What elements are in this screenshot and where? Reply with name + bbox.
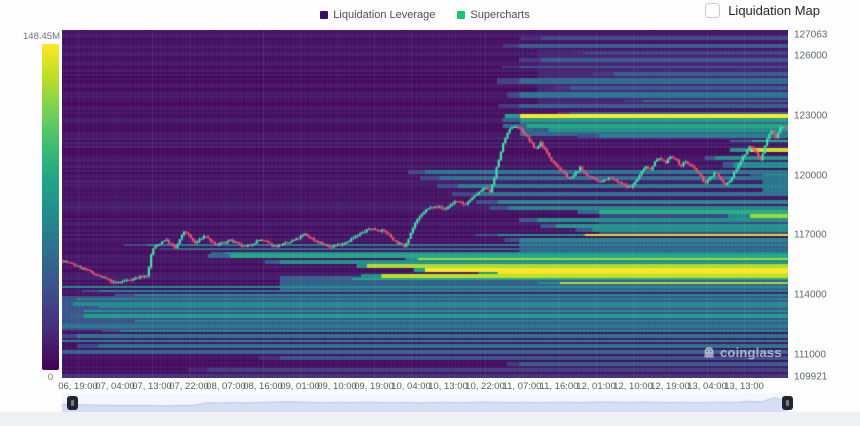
x-axis-tick: 06, 19:00	[58, 381, 98, 392]
y-axis-tick: 117000	[794, 230, 827, 241]
legend-label: Liquidation Leverage	[333, 9, 435, 21]
x-axis-tick: 08, 07:00	[206, 381, 246, 392]
legend-label: Supercharts	[470, 9, 529, 21]
y-axis: 127063 126000 123000 120000 117000 114000 1110…	[794, 30, 856, 378]
bottom-strip	[0, 412, 860, 426]
x-axis-tick: 13, 04:00	[687, 381, 727, 392]
x-axis-tick: 12, 01:00	[576, 381, 616, 392]
navigator-left-handle[interactable]	[67, 396, 78, 410]
x-axis-tick: 12, 19:00	[650, 381, 690, 392]
x-axis-tick: 12, 10:00	[613, 381, 653, 392]
colorbar-max-label: 148.45M	[4, 31, 60, 42]
x-axis-tick: 09, 01:00	[280, 381, 320, 392]
x-axis-tick: 11, 07:00	[503, 381, 542, 392]
liquidation-map-label: Liquidation Map	[728, 3, 820, 18]
x-axis-tick: 07, 04:00	[95, 381, 135, 392]
x-axis-tick: 10, 13:00	[428, 381, 468, 392]
x-axis-tick: 13, 13:00	[724, 381, 764, 392]
x-axis-tick: 09, 19:00	[354, 381, 394, 392]
x-axis-tick: 07, 13:00	[132, 381, 172, 392]
liquidation-leverage-swatch-icon	[320, 11, 328, 19]
y-axis-tick: 109921	[794, 371, 827, 382]
x-axis: 06, 19:0007, 04:0007, 13:0007, 22:0008, …	[62, 381, 788, 393]
y-axis-tick: 111000	[794, 350, 826, 361]
liquidation-map-toggle[interactable]: Liquidation Map	[705, 3, 820, 18]
liquidation-heatmap-panel: Liquidation Leverage Supercharts Liquida…	[0, 0, 860, 426]
legend-item-supercharts[interactable]: Supercharts	[457, 9, 529, 21]
heatmap-chart-canvas[interactable]	[62, 30, 788, 378]
y-axis-tick: 126000	[794, 50, 827, 61]
navigator-track[interactable]	[62, 393, 788, 412]
y-axis-tick: 120000	[794, 170, 827, 181]
liquidation-map-checkbox[interactable]	[705, 3, 720, 18]
colorbar-gradient	[42, 44, 59, 370]
x-axis-tick: 11, 16:00	[540, 381, 579, 392]
chart-legend: Liquidation Leverage Supercharts	[62, 9, 788, 21]
x-axis-tick: 10, 04:00	[391, 381, 431, 392]
navigator-right-handle[interactable]	[782, 396, 793, 410]
supercharts-swatch-icon	[457, 11, 465, 19]
legend-item-liquidation-leverage[interactable]: Liquidation Leverage	[320, 9, 435, 21]
x-axis-tick: 07, 22:00	[169, 381, 209, 392]
y-axis-tick: 127063	[794, 29, 827, 40]
y-axis-tick: 114000	[794, 290, 827, 301]
x-axis-tick: 10, 22:00	[465, 381, 505, 392]
y-axis-tick: 123000	[794, 110, 827, 121]
x-axis-tick: 09, 10:00	[317, 381, 357, 392]
colorbar-min-label: 0	[42, 372, 59, 383]
x-axis-tick: 08, 16:00	[243, 381, 283, 392]
